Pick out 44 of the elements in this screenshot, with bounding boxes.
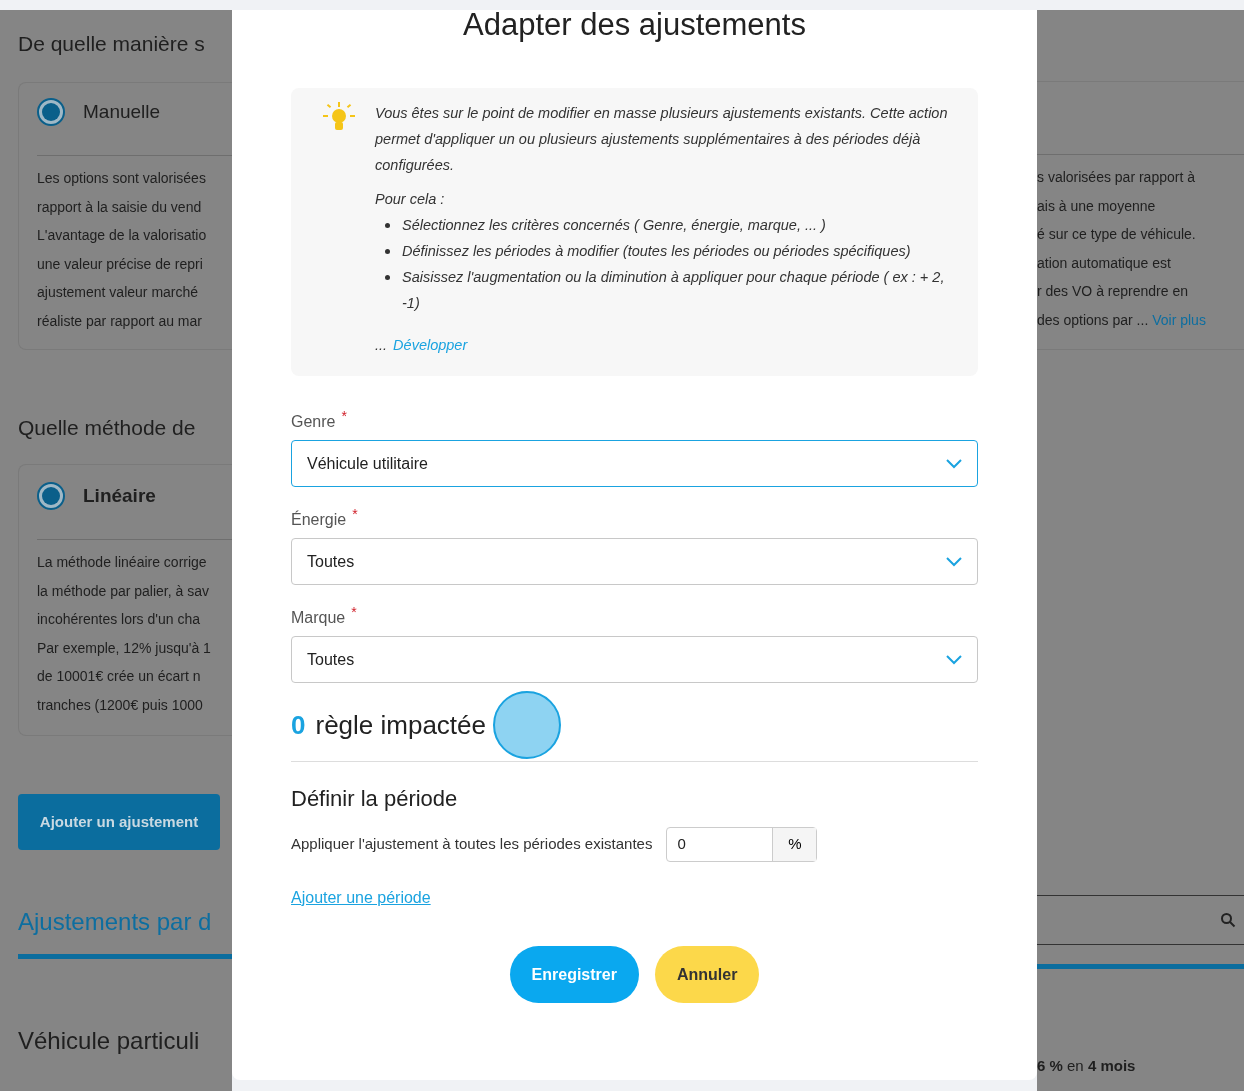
percent-input[interactable]: 0 % [666,827,818,862]
option-label: Manuelle [83,99,161,124]
field-label: Marque [291,608,346,628]
search-field[interactable] [1037,895,1244,945]
chevron-down-icon [946,458,962,469]
section-title: Ajustements par d [18,907,213,937]
dropdown-field[interactable]: Véhicule utilitaire [291,440,978,487]
period-summary: 6 % en 4 mois [1037,1056,1137,1076]
impact-count: 0 [291,708,306,742]
option-description: Les options sont valorisées rapport à la saisie du vend L'avantage de la valorisatio une valeur précise de repri ajustement valeur marché réaliste par rapport au mar [37,169,208,331]
required-mark: * [352,505,358,524]
search-icon [1220,912,1236,928]
info-bullet: Définissez les périodes à modifier (toutes les périodes ou périodes spécifiques) [402,242,911,261]
info-text: Vous êtes sur le point de modifier en masse plusieurs ajustements existants. Cette action permet d'appliquer un ou plusieurs ajustements supplémentaires à des périodes déjà configurées. [375,104,949,175]
info-lead: Pour cela : [375,190,446,209]
info-bullet: Sélectionnez les critères concernés ( Genre, énergie, marque, ... ) [402,216,826,235]
apply-label: Appliquer l'ajustement à toutes les périodes existantes [291,834,653,855]
option-description: s valorisées par rapport à ais à une moyenne é sur ce type de véhicule. ation automatique est r des VO à reprendre en des options par ... Voir plus [1037,168,1207,330]
required-mark: * [351,603,357,622]
info-bullet: Saisissez l'augmentation ou la diminution à appliquer pour chaque période ( ex : + 2, -1) [402,268,946,313]
field-label: Énergie [291,509,347,530]
option-label: Linéaire [83,483,156,508]
unit-label: % [772,828,817,861]
section-heading: Quelle méthode de [18,415,197,441]
chevron-down-icon [946,654,962,665]
bullet-icon [385,223,390,228]
subsection-title: Véhicule particuli [18,1026,201,1056]
bullet-icon [385,249,390,254]
chevron-down-icon [946,556,962,567]
radio-button[interactable] [37,482,65,510]
option-description: La méthode linéaire corrige la méthode par palier, à sav incohérentes lors d'un cha Par exemple, 12% jusqu'à 1 de 10001€ crée un écart n tranches (1200€ puis 1000 [37,553,212,715]
dropdown-field[interactable]: Toutes [291,538,978,585]
impact-label: règle impactée [315,708,486,742]
add-adjustment-button[interactable]: Ajouter un ajustement [18,794,220,850]
dropdown-field[interactable]: Toutes [291,636,978,683]
section-heading: De quelle manière s [18,31,206,57]
required-mark: * [341,407,347,426]
dialog-button[interactable]: Annuler [654,946,760,1003]
field-label: Genre [291,412,336,432]
dialog-title: Adapter des ajustements [462,10,807,40]
bullet-icon [385,275,390,280]
period-title: Définir la période [291,785,459,813]
ellipsis: ... [375,336,388,355]
radio-button[interactable] [37,98,65,126]
